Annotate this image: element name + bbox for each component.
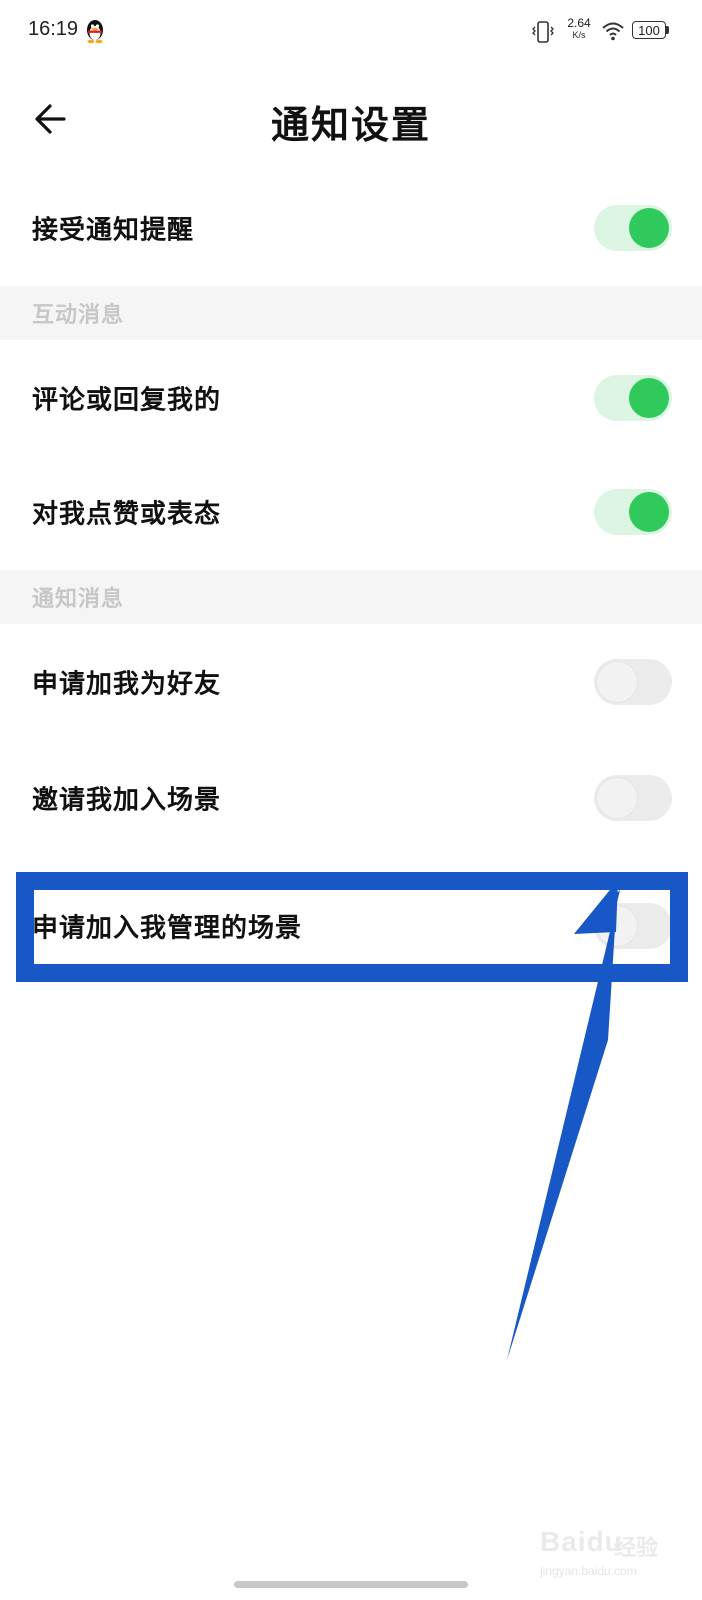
- setting-row-scene-invite: 邀请我加入场景: [0, 740, 702, 856]
- setting-label: 对我点赞或表态: [32, 499, 222, 530]
- watermark-product: 经验: [614, 1536, 659, 1561]
- qq-penguin-icon: [87, 20, 103, 44]
- toggle-knob: [629, 378, 669, 418]
- section-title: 互动消息: [32, 303, 125, 328]
- setting-label: 接受通知提醒: [32, 215, 195, 246]
- home-indicator[interactable]: [234, 1581, 468, 1588]
- setting-row-accept-notifications: 接受通知提醒: [0, 170, 702, 286]
- toggle-switch[interactable]: [594, 205, 672, 251]
- battery-indicator: 100: [632, 21, 670, 41]
- battery-level: 100: [632, 21, 666, 39]
- section-header-notification: 通知消息: [0, 570, 702, 624]
- setting-row-friend-request: 申请加我为好友: [0, 624, 702, 740]
- toggle-switch[interactable]: [594, 659, 672, 705]
- app-header: 通知设置: [0, 74, 702, 162]
- battery-tip: [666, 26, 669, 34]
- setting-row-likes-reactions: 对我点赞或表态: [0, 454, 702, 570]
- setting-row-comment-reply: 评论或回复我的: [0, 340, 702, 456]
- setting-label: 申请加我为好友: [32, 669, 222, 700]
- toggle-knob: [597, 778, 637, 818]
- watermark-domain: jingyan.baidu.com: [540, 1564, 637, 1578]
- toggle-switch[interactable]: [594, 489, 672, 535]
- setting-label: 邀请我加入场景: [32, 785, 222, 816]
- baidu-jingyan-watermark: Baidu 经验 jingyan.baidu.com: [540, 1520, 690, 1580]
- section-title: 通知消息: [32, 587, 125, 612]
- network-speed-unit: K/s: [572, 30, 586, 40]
- wifi-icon: [602, 22, 624, 41]
- toggle-switch[interactable]: [594, 375, 672, 421]
- watermark-brand: Baidu: [540, 1526, 623, 1557]
- page-title: 通知设置: [270, 103, 431, 147]
- status-bar: 16:19 2.64 K/s 100: [0, 0, 702, 64]
- setting-label: 申请加入我管理的场景: [32, 913, 303, 944]
- network-speed-value: 2.64: [567, 16, 591, 30]
- vibrate-icon: [532, 21, 554, 43]
- network-speed: 2.64 K/s: [564, 17, 594, 40]
- toggle-switch[interactable]: [594, 903, 672, 949]
- toggle-switch[interactable]: [594, 775, 672, 821]
- toggle-knob: [629, 492, 669, 532]
- toggle-knob: [629, 208, 669, 248]
- toggle-knob: [597, 662, 637, 702]
- setting-row-join-managed-scene: 申请加入我管理的场景: [0, 868, 702, 984]
- setting-label: 评论或回复我的: [32, 385, 222, 416]
- section-header-interaction: 互动消息: [0, 286, 702, 340]
- status-time: 16:19: [28, 18, 79, 40]
- toggle-knob: [597, 906, 637, 946]
